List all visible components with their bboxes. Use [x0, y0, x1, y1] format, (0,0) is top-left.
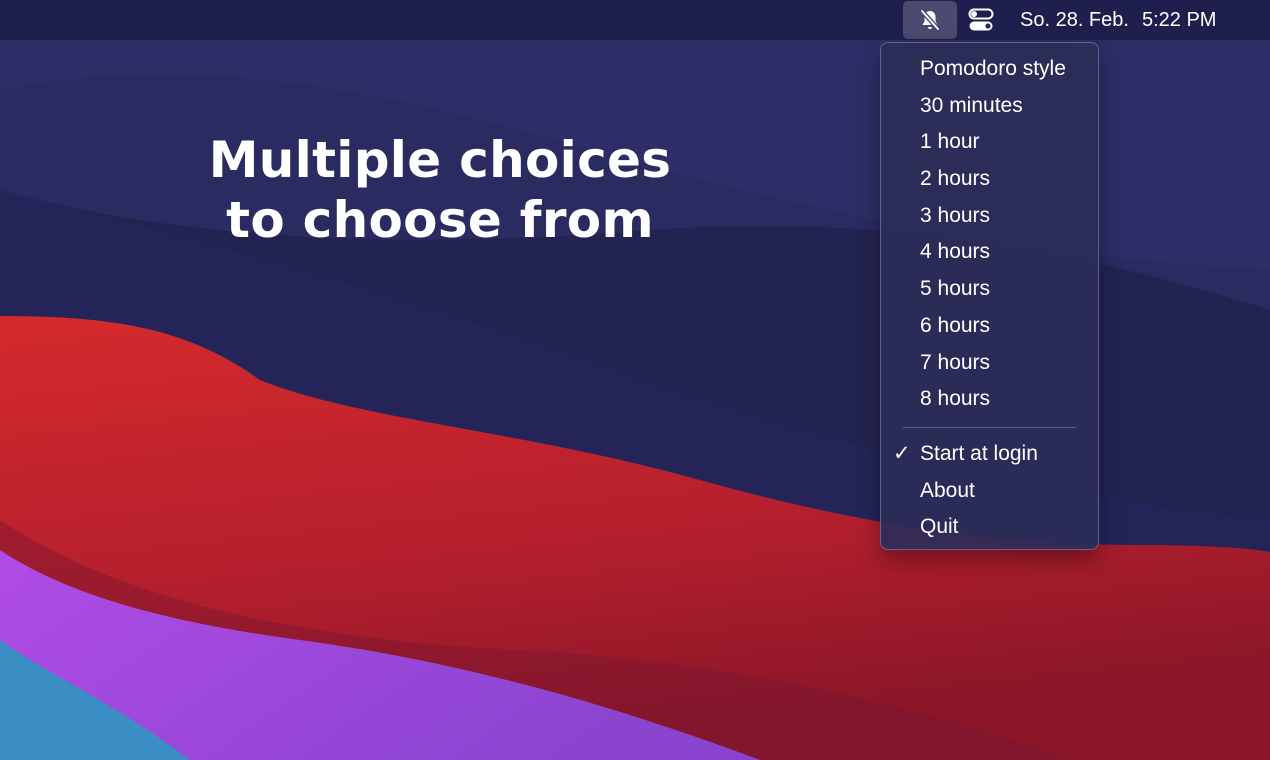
menu-item-1-hour[interactable]: 1 hour	[881, 124, 1098, 161]
menu-item-5-hours[interactable]: 5 hours	[881, 271, 1098, 308]
promo-headline: Multiple choices to choose from	[200, 130, 680, 250]
menu-item-start-at-login[interactable]: ✓ Start at login	[881, 436, 1098, 473]
checkmark-icon: ✓	[893, 441, 911, 465]
control-center-button[interactable]	[960, 0, 1002, 40]
menu-item-3-hours[interactable]: 3 hours	[881, 198, 1098, 235]
headline-line-1: Multiple choices	[208, 131, 672, 189]
menu-item-30-minutes[interactable]: 30 minutes	[881, 88, 1098, 125]
desktop: So. 28. Feb. 5:22 PM Multiple choices to…	[0, 0, 1270, 760]
menu-item-quit[interactable]: Quit	[881, 509, 1098, 546]
menu-item-2-hours[interactable]: 2 hours	[881, 161, 1098, 198]
menu-item-4-hours[interactable]: 4 hours	[881, 234, 1098, 271]
menu-bar-clock[interactable]: So. 28. Feb. 5:22 PM	[1020, 0, 1216, 40]
menu-item-6-hours[interactable]: 6 hours	[881, 308, 1098, 345]
status-item-dropdown-menu: Pomodoro style 30 minutes 1 hour 2 hours…	[880, 42, 1099, 550]
menu-item-about[interactable]: About	[881, 473, 1098, 510]
bell-slash-icon	[919, 8, 941, 32]
menu-item-7-hours[interactable]: 7 hours	[881, 345, 1098, 382]
focus-timer-status-item[interactable]	[903, 1, 957, 39]
control-center-icon	[968, 8, 994, 31]
clock-date: So. 28. Feb.	[1020, 8, 1129, 31]
headline-line-2: to choose from	[226, 191, 654, 249]
start-at-login-label: Start at login	[920, 441, 1038, 465]
menu-item-8-hours[interactable]: 8 hours	[881, 381, 1098, 418]
clock-time: 5:22 PM	[1141, 8, 1217, 31]
menu-item-pomodoro-style[interactable]: Pomodoro style	[881, 51, 1098, 88]
menu-separator	[881, 418, 1098, 436]
menu-bar: So. 28. Feb. 5:22 PM	[0, 0, 1270, 40]
